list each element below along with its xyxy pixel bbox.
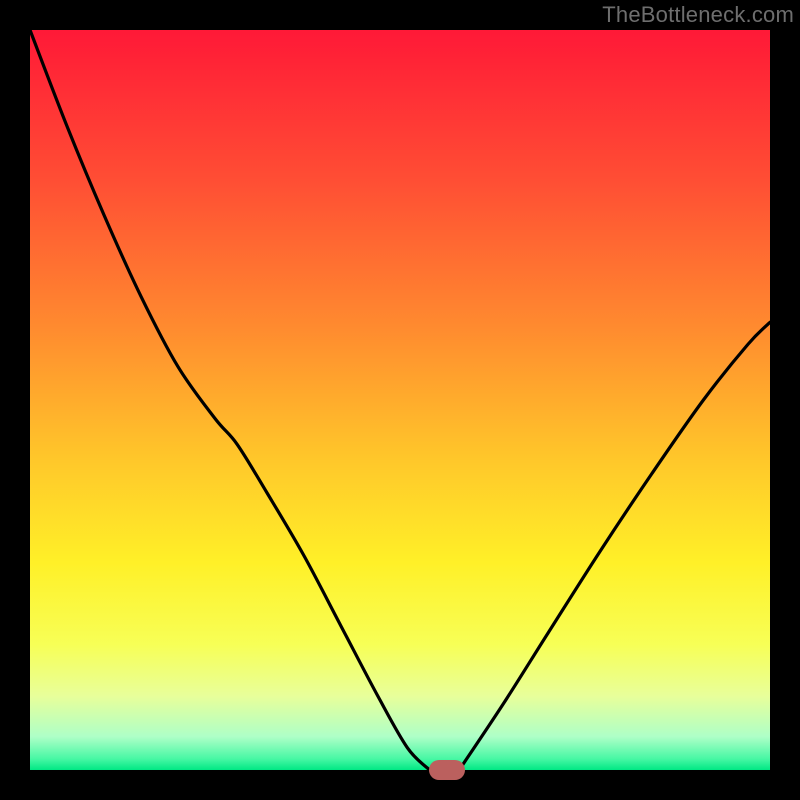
bottleneck-marker xyxy=(429,760,465,780)
bottleneck-chart xyxy=(0,0,800,800)
chart-container: TheBottleneck.com xyxy=(0,0,800,800)
attribution-label: TheBottleneck.com xyxy=(602,2,794,28)
plot-background xyxy=(30,30,770,770)
